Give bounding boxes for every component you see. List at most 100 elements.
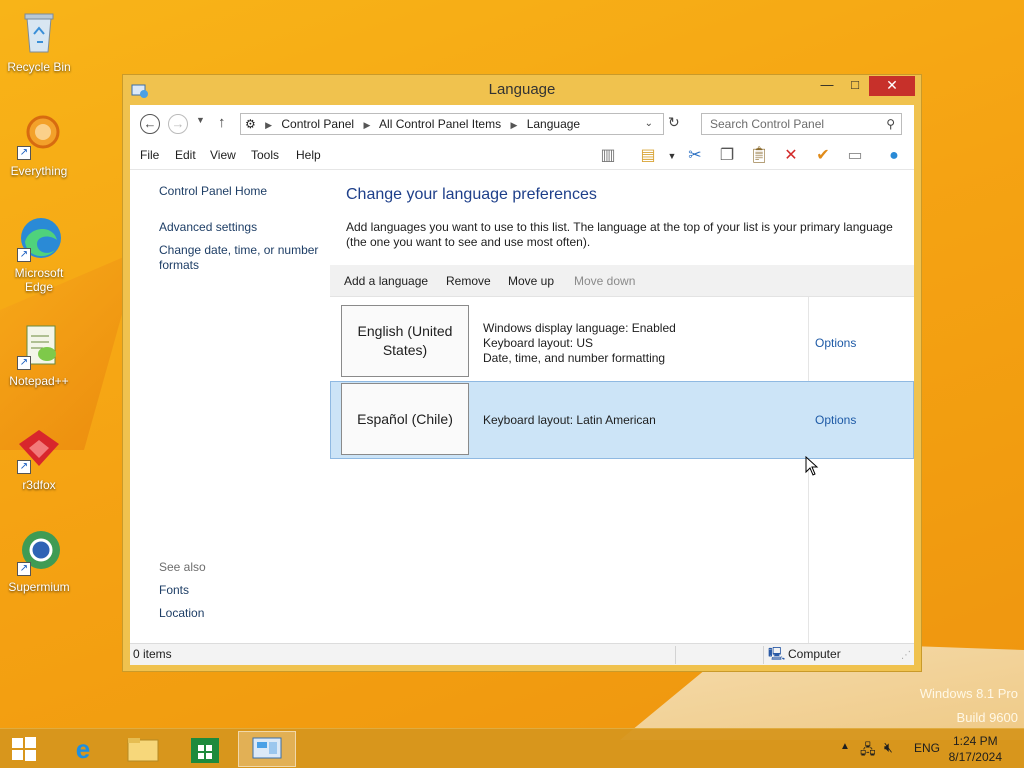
location-link[interactable]: Location	[159, 606, 204, 621]
language-detail-line: Keyboard layout: Latin American	[483, 413, 656, 427]
delete-icon[interactable]: ✕	[779, 145, 803, 167]
show-hidden-icons-chevron-icon[interactable]: ▲	[840, 741, 850, 752]
language-tile[interactable]: Español (Chile)	[341, 383, 469, 455]
input-language-indicator[interactable]: ENG	[914, 741, 940, 755]
store-icon	[191, 738, 219, 763]
close-button[interactable]: ✕	[869, 76, 915, 96]
search-input[interactable]: Search Control Panel ⚲	[701, 113, 902, 135]
paste-icon[interactable]: 📋︎	[747, 145, 771, 167]
shortcut-arrow-icon: ↗	[17, 562, 31, 576]
menu-help[interactable]: Help	[296, 148, 321, 162]
control-panel-icon	[252, 737, 282, 759]
breadcrumb[interactable]: ⚙ ▶ Control Panel ▶ All Control Panel It…	[240, 113, 664, 135]
desktop-icon-notepadpp[interactable]: ↗ Notepad++	[1, 322, 77, 388]
resize-grip-icon[interactable]: ⋰	[901, 646, 911, 666]
language-row[interactable]: English (United States) Windows display …	[330, 303, 914, 381]
search-icon[interactable]: ⚲	[886, 114, 895, 134]
desktop-icon-r3dfox[interactable]: ↗ r3dfox	[1, 426, 77, 492]
menu-file[interactable]: File	[140, 148, 159, 162]
breadcrumb-all-items[interactable]: All Control Panel Items	[379, 117, 501, 131]
volume-muted-icon[interactable]: 🔇︎	[884, 739, 893, 756]
desktop-icon-recycle-bin[interactable]: Recycle Bin	[1, 8, 77, 74]
minimize-button[interactable]: —	[813, 76, 841, 96]
maximize-button[interactable]: □	[841, 76, 869, 96]
everything-icon: ↗	[15, 112, 63, 160]
menu-view[interactable]: View	[210, 148, 236, 162]
network-icon[interactable]: 🖧︎	[860, 739, 876, 763]
refresh-icon[interactable]: ↻	[668, 114, 680, 131]
folder-options-icon[interactable]: ▤	[636, 145, 660, 167]
back-icon[interactable]: ←	[140, 114, 160, 134]
desktop-icon-everything[interactable]: ↗ Everything	[1, 112, 77, 178]
cut-icon[interactable]: ✂	[683, 145, 707, 167]
desktop-icon-edge[interactable]: ↗ Microsoft Edge	[1, 214, 77, 294]
start-button[interactable]	[0, 731, 48, 767]
up-arrow-icon[interactable]: ↑	[218, 114, 226, 131]
search-placeholder: Search Control Panel	[710, 117, 825, 131]
folder-icon	[127, 738, 159, 762]
recycle-bin-icon	[15, 8, 63, 56]
properties-icon[interactable]: ▭	[843, 145, 867, 167]
desktop-icon-label: Supermium	[8, 580, 70, 594]
shortcut-arrow-icon: ↗	[17, 356, 31, 370]
internet-explorer-icon: e	[75, 734, 91, 764]
chevron-down-icon[interactable]: ⌄	[645, 114, 653, 134]
windows-logo-icon	[12, 737, 36, 761]
breadcrumb-language[interactable]: Language	[527, 117, 580, 131]
supermium-icon: ↗	[15, 528, 63, 576]
layout-pane-icon[interactable]: ▥	[596, 145, 620, 167]
copy-icon[interactable]: ❐	[715, 145, 739, 167]
main-pane: Change your language preferences Add lan…	[330, 170, 914, 643]
forward-icon[interactable]: →	[168, 114, 188, 134]
language-options-link[interactable]: Options	[815, 413, 856, 427]
checkmark-icon[interactable]: ✔	[811, 145, 835, 167]
remove-button[interactable]: Remove	[446, 274, 491, 288]
desktop-icon-label: Notepad++	[9, 374, 69, 388]
change-date-time-link[interactable]: Change date, time, or number formats	[159, 243, 329, 273]
clock-date: 8/17/2024	[948, 750, 1002, 764]
add-language-button[interactable]: Add a language	[344, 274, 428, 288]
taskbar: e ▲ 🖧︎ 🔇︎ ENG 1:24 PM 8/17/2024	[0, 728, 1024, 768]
taskbar-store[interactable]	[176, 731, 234, 767]
status-bar: 0 items 🖳︎ Computer ⋰	[130, 643, 914, 665]
address-bar: ← → ▼ ↑ ⚙ ▶ Control Panel ▶ All Control …	[130, 105, 914, 143]
desktop-icon-supermium[interactable]: ↗ Supermium	[1, 528, 77, 594]
breadcrumb-root-icon: ⚙	[245, 117, 256, 131]
move-down-button[interactable]: Move down	[574, 274, 635, 288]
page-description: Add languages you want to use to this li…	[346, 220, 893, 249]
language-tile[interactable]: English (United States)	[341, 305, 469, 377]
language-options-link[interactable]: Options	[815, 336, 856, 350]
breadcrumb-control-panel[interactable]: Control Panel	[281, 117, 354, 131]
edge-icon: ↗	[15, 214, 63, 262]
fonts-link[interactable]: Fonts	[159, 583, 189, 598]
language-window: Language — □ ✕ ← → ▼ ↑ ⚙ ▶ Control Panel…	[122, 74, 922, 672]
control-panel-home-link[interactable]: Control Panel Home	[159, 184, 267, 199]
language-row-selected[interactable]: Español (Chile) Keyboard layout: Latin A…	[330, 381, 914, 459]
page-title: Change your language preferences	[346, 186, 597, 203]
chevron-down-icon[interactable]: ▼	[660, 145, 684, 167]
status-separator	[763, 646, 764, 664]
taskbar-clock[interactable]: 1:24 PM 8/17/2024	[949, 733, 1002, 765]
language-detail-line: Windows display language: Enabled	[483, 321, 676, 335]
window-titlebar[interactable]: Language — □ ✕	[123, 75, 921, 105]
language-name: Español (Chile)	[357, 410, 453, 427]
mouse-cursor-icon	[805, 456, 819, 476]
advanced-settings-link[interactable]: Advanced settings	[159, 220, 257, 235]
watermark-build: Build 9600	[956, 710, 1018, 725]
menu-edit[interactable]: Edit	[175, 148, 196, 162]
taskbar-file-explorer[interactable]	[114, 731, 172, 767]
language-name: English (United States)	[357, 323, 453, 358]
move-up-button[interactable]: Move up	[508, 274, 554, 288]
language-details: Keyboard layout: Latin American	[483, 413, 656, 428]
window-title: Language	[488, 81, 556, 98]
globe-icon[interactable]: ●	[882, 145, 906, 167]
recent-pages-chevron-icon[interactable]: ▼	[196, 115, 205, 125]
left-navigation-pane: Control Panel Home Advanced settings Cha…	[130, 170, 330, 643]
menu-bar: File Edit View Tools Help ▥ ▤ ▼ ✂ ❐ 📋︎ ✕…	[130, 143, 914, 169]
chevron-right-icon: ▶	[363, 120, 371, 130]
desktop-icon-label: r3dfox	[22, 478, 56, 492]
menu-tools[interactable]: Tools	[251, 148, 279, 162]
shortcut-arrow-icon: ↗	[17, 146, 31, 160]
taskbar-control-panel[interactable]	[238, 731, 296, 767]
taskbar-internet-explorer[interactable]: e	[54, 731, 112, 767]
